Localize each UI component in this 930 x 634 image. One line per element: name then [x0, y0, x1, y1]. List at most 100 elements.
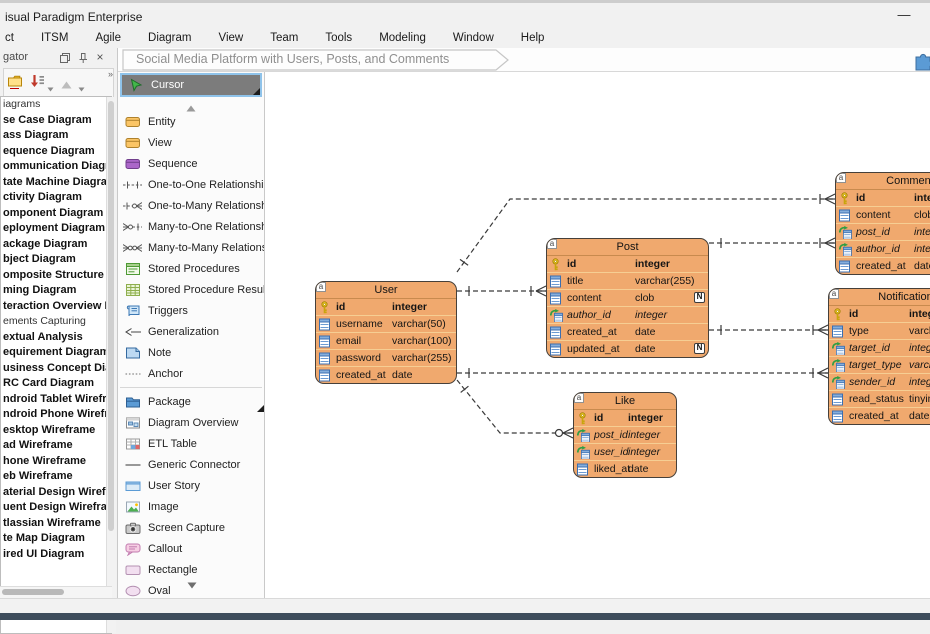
vscroll-thumb[interactable]	[108, 101, 114, 531]
palette-item-anchor[interactable]: Anchor	[118, 363, 264, 384]
palette-item-diagram-overview[interactable]: Diagram Overview	[118, 412, 264, 433]
relationship-user-like[interactable]	[457, 380, 573, 438]
pin-icon[interactable]	[76, 51, 90, 64]
float-window-icon[interactable]	[58, 51, 72, 64]
caret-down-icon[interactable]	[47, 79, 54, 97]
sort-icon[interactable]	[30, 73, 45, 95]
entity-notification[interactable]: aNotificationidintegertypevarchartarget_…	[828, 288, 930, 425]
menu-item-team[interactable]: Team	[270, 32, 298, 44]
toolbar-overflow-icon[interactable]: »	[108, 69, 112, 79]
palette-item-stored-procedure-resultset[interactable]: Stored Procedure ResultSet	[118, 279, 264, 300]
nav-item-aterial-design-wireframe[interactable]: aterial Design Wireframe	[1, 485, 111, 501]
nav-item-omposite-structure-diagram[interactable]: omposite Structure Diagram	[1, 268, 111, 284]
palette-item-entity[interactable]: Entity	[118, 111, 264, 132]
nav-item-ndroid-tablet-wireframe[interactable]: ndroid Tablet Wireframe	[1, 392, 111, 408]
hscroll-thumb[interactable]	[2, 589, 64, 595]
column-type: integer	[909, 374, 930, 390]
entity-column-title: titlevarchar(255)	[547, 273, 708, 290]
palette-item-note[interactable]: Note	[118, 342, 264, 363]
nav-item-ad-wireframe[interactable]: ad Wireframe	[1, 438, 111, 454]
nav-item-bject-diagram[interactable]: bject Diagram	[1, 252, 111, 268]
menu-item-itsm[interactable]: ITSM	[41, 32, 68, 44]
close-icon[interactable]: ×	[93, 51, 107, 64]
relationship-post-notification[interactable]	[709, 325, 828, 335]
column-name: target_id	[849, 340, 890, 356]
nav-item-tate-machine-diagram[interactable]: tate Machine Diagram	[1, 175, 111, 191]
menu-item-tools[interactable]: Tools	[325, 32, 352, 44]
palette-item-label: Diagram Overview	[148, 417, 238, 429]
palette-item-user-story[interactable]: User Story	[118, 475, 264, 496]
navigator-hscrollbar[interactable]	[0, 586, 112, 598]
palette-scroll-up[interactable]	[118, 97, 264, 111]
nav-item-ctivity-diagram[interactable]: ctivity Diagram	[1, 190, 111, 206]
column-type: date	[392, 367, 412, 383]
palette-item-stored-procedures[interactable]: Stored Procedures	[118, 258, 264, 279]
menu-item-modeling[interactable]: Modeling	[379, 32, 426, 44]
nav-item-ommunication-diagram[interactable]: ommunication Diagram	[1, 159, 111, 175]
menu-item-view[interactable]: View	[218, 32, 243, 44]
nav-item-se-case-diagram[interactable]: se Case Diagram	[1, 113, 111, 129]
menu-item-agile[interactable]: Agile	[95, 32, 121, 44]
palette-item-many-to-one-relationship[interactable]: Many-to-One Relationship	[118, 216, 264, 237]
palette-item-many-to-many-relationship[interactable]: Many-to-Many Relationship	[118, 237, 264, 258]
nav-item-eployment-diagram[interactable]: eployment Diagram	[1, 221, 111, 237]
nav-item-ired-ui-diagram[interactable]: ired UI Diagram	[1, 547, 111, 563]
nav-item-ndroid-phone-wireframe[interactable]: ndroid Phone Wireframe	[1, 407, 111, 423]
diagram-canvas[interactable]: aUseridintegerusernamevarchar(50)emailva…	[265, 72, 930, 598]
palette-item-screen-capture[interactable]: Screen Capture	[118, 517, 264, 538]
nav-item-teraction-overview-diagram[interactable]: teraction Overview Diagram	[1, 299, 111, 315]
palette-item-cursor[interactable]: Cursor	[120, 73, 262, 97]
palette-item-generalization[interactable]: Generalization	[118, 321, 264, 342]
relationship-user-post[interactable]	[457, 286, 546, 296]
nav-item-tlassian-wireframe[interactable]: tlassian Wireframe	[1, 516, 111, 532]
nav-item-iagrams[interactable]: iagrams	[1, 97, 111, 113]
caret-down-icon[interactable]	[78, 79, 85, 97]
menu-item-diagram[interactable]: Diagram	[148, 32, 191, 44]
nav-item-rc-card-diagram[interactable]: RC Card Diagram	[1, 376, 111, 392]
relationship-user-notification[interactable]	[457, 368, 828, 378]
entity-user[interactable]: aUseridintegerusernamevarchar(50)emailva…	[315, 281, 457, 384]
open-folder-icon[interactable]	[7, 73, 27, 97]
entity-post[interactable]: aPostidintegertitlevarchar(255)contentcl…	[546, 238, 709, 358]
entity-column-id: idinteger	[316, 299, 456, 316]
nav-item-ements-capturing[interactable]: ements Capturing	[1, 314, 111, 330]
palette-item-triggers[interactable]: Triggers	[118, 300, 264, 321]
palette-item-sequence[interactable]: Sequence	[118, 153, 264, 174]
entity-like[interactable]: aLikeidintegerpost_idintegeruser_idinteg…	[573, 392, 677, 478]
entity-header: aLike	[574, 393, 676, 410]
entity-comment[interactable]: aCommentidintegercontentclobpost_idinteg…	[835, 172, 930, 275]
nav-item-esktop-wireframe[interactable]: esktop Wireframe	[1, 423, 111, 439]
entity-column-read_status: read_statustinyint	[829, 391, 930, 408]
palette-item-view[interactable]: View	[118, 132, 264, 153]
collapse-up-icon[interactable]	[60, 77, 73, 95]
etl-table-icon	[123, 437, 142, 451]
nav-item-ming-diagram[interactable]: ming Diagram	[1, 283, 111, 299]
nav-item-equence-diagram[interactable]: equence Diagram	[1, 144, 111, 160]
palette-item-callout[interactable]: Callout	[118, 538, 264, 559]
palette-scroll-down[interactable]	[118, 576, 265, 594]
palette-item-package[interactable]: Package	[118, 391, 264, 412]
nav-item-uent-design-wireframe[interactable]: uent Design Wireframe	[1, 500, 111, 516]
palette-item-one-to-one-relationship[interactable]: One-to-One Relationship	[118, 174, 264, 195]
palette-item-image[interactable]: Image	[118, 496, 264, 517]
nav-item-ass-diagram[interactable]: ass Diagram	[1, 128, 111, 144]
menu-item-help[interactable]: Help	[521, 32, 545, 44]
palette-item-one-to-many-relationship[interactable]: One-to-Many Relationship	[118, 195, 264, 216]
nav-item-te-map-diagram[interactable]: te Map Diagram	[1, 531, 111, 547]
nav-item-omponent-diagram[interactable]: omponent Diagram	[1, 206, 111, 222]
palette-item-generic-connector[interactable]: Generic Connector	[118, 454, 264, 475]
palette-item-etl-table[interactable]: ETL Table	[118, 433, 264, 454]
nav-item-eb-wireframe[interactable]: eb Wireframe	[1, 469, 111, 485]
palette-item-label: Screen Capture	[148, 522, 225, 534]
nav-item-ackage-diagram[interactable]: ackage Diagram	[1, 237, 111, 253]
nav-item-extual-analysis[interactable]: extual Analysis	[1, 330, 111, 346]
breadcrumb[interactable]: Social Media Platform with Users, Posts,…	[126, 50, 459, 69]
navigator-vscrollbar[interactable]	[106, 97, 116, 633]
nav-item-usiness-concept-diagram[interactable]: usiness Concept Diagram	[1, 361, 111, 377]
nav-item-hone-wireframe[interactable]: hone Wireframe	[1, 454, 111, 470]
minimize-button[interactable]: —	[896, 9, 912, 23]
nav-item-equirement-diagram[interactable]: equirement Diagram	[1, 345, 111, 361]
relationship-post-comment[interactable]	[709, 238, 835, 248]
menu-item-window[interactable]: Window	[453, 32, 494, 44]
menu-item-ct[interactable]: ct	[5, 32, 14, 44]
